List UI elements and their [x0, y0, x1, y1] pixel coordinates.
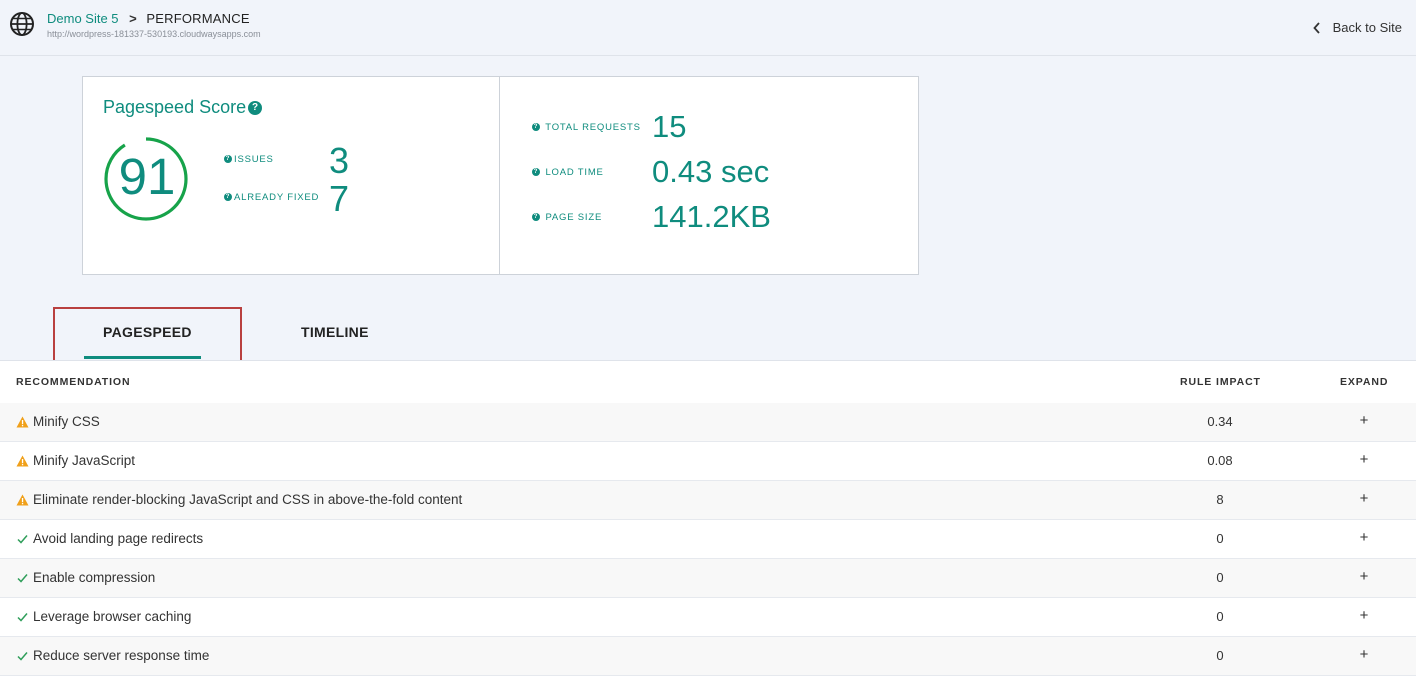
- checkmark-icon: [17, 652, 28, 661]
- warning-icon: [16, 494, 29, 506]
- already-fixed-label: ? ALREADY FIXED: [224, 192, 320, 203]
- performance-summary-card: Pagespeed Score ? 91 ? ISSUES 3 ? ALREADY …: [82, 76, 919, 275]
- help-icon[interactable]: ?: [532, 168, 540, 177]
- back-to-site-label: Back to Site: [1332, 20, 1402, 35]
- total-requests-value: 15: [652, 109, 687, 144]
- rule-impact-value: 0.08: [1207, 453, 1233, 468]
- card-divider: [499, 77, 500, 274]
- table-row[interactable]: Minify JavaScript 0.08 +: [0, 442, 1416, 481]
- issues-label: ? ISSUES: [224, 154, 274, 165]
- load-time-label: ? LOAD TIME: [532, 167, 604, 178]
- expand-button[interactable]: +: [1354, 568, 1374, 585]
- page-size-value: 141.2KB: [652, 199, 771, 234]
- rule-impact-value: 0: [1216, 531, 1224, 546]
- pagespeed-score-value: 91: [118, 148, 176, 205]
- expand-button[interactable]: +: [1354, 490, 1374, 507]
- recommendation-text: Avoid landing page redirects: [33, 531, 204, 546]
- rule-impact-value: 0: [1216, 570, 1224, 585]
- recommendation-text: Minify JavaScript: [33, 453, 136, 468]
- already-fixed-value: 7: [329, 178, 350, 219]
- expand-button[interactable]: +: [1354, 646, 1374, 663]
- recommendation-text: Enable compression: [33, 570, 156, 585]
- help-icon[interactable]: ?: [248, 100, 263, 115]
- table-row[interactable]: Leverage browser caching 0 +: [0, 598, 1416, 637]
- column-header-rule-impact: RULE IMPACT: [1180, 376, 1261, 388]
- table-row[interactable]: Minify CSS 0.34 +: [0, 403, 1416, 442]
- pagespeed-score-label: Pagespeed Score: [103, 97, 247, 117]
- checkmark-icon: [17, 613, 28, 622]
- table-row[interactable]: Eliminate render-blocking JavaScript and…: [0, 481, 1416, 520]
- table-header: RECOMMENDATION RULE IMPACT EXPAND: [0, 361, 1416, 404]
- help-icon[interactable]: ?: [532, 213, 540, 222]
- warning-icon: [16, 455, 29, 467]
- breadcrumb: Demo Site 5 > PERFORMANCE: [47, 11, 250, 26]
- site-url: http://wordpress-181337-530193.cloudways…: [47, 29, 261, 39]
- breadcrumb-site-link[interactable]: Demo Site 5: [47, 11, 119, 26]
- page-size-label: ? PAGE SIZE: [532, 212, 603, 223]
- table-row[interactable]: Avoid landing page redirects 0 +: [0, 520, 1416, 559]
- chevron-right-icon: >: [129, 11, 137, 26]
- table-row[interactable]: Reduce server response time 0 +: [0, 637, 1416, 676]
- table-row[interactable]: Enable compression 0 +: [0, 559, 1416, 598]
- back-to-site-button[interactable]: Back to Site: [1312, 20, 1402, 35]
- chevron-left-icon: [1312, 21, 1320, 34]
- recommendation-text: Eliminate render-blocking JavaScript and…: [33, 492, 463, 507]
- column-header-expand: EXPAND: [1340, 376, 1389, 388]
- expand-button[interactable]: +: [1354, 451, 1374, 468]
- rule-impact-value: 0.34: [1207, 414, 1233, 429]
- issues-value: 3: [329, 140, 350, 181]
- recommendation-text: Reduce server response time: [33, 648, 210, 663]
- total-requests-label: ? TOTAL REQUESTS: [532, 122, 641, 133]
- tab-bar: PAGESPEED TIMELINE: [0, 300, 1416, 369]
- load-time-value: 0.43 sec: [652, 154, 770, 189]
- tab-timeline[interactable]: TIMELINE: [301, 324, 369, 340]
- recommendation-text: Minify CSS: [33, 414, 100, 429]
- checkmark-icon: [17, 574, 28, 583]
- top-bar: Demo Site 5 > PERFORMANCE http://wordpre…: [0, 0, 1416, 56]
- column-header-recommendation: RECOMMENDATION: [16, 376, 131, 388]
- rule-impact-value: 8: [1216, 492, 1224, 507]
- breadcrumb-page-title: PERFORMANCE: [146, 11, 250, 26]
- rule-impact-value: 0: [1216, 609, 1224, 624]
- globe-icon: [10, 12, 34, 36]
- warning-icon: [16, 416, 29, 428]
- rule-impact-value: 0: [1216, 648, 1224, 663]
- help-icon[interactable]: ?: [224, 155, 232, 164]
- recommendation-text: Leverage browser caching: [33, 609, 192, 624]
- help-icon[interactable]: ?: [224, 193, 232, 202]
- expand-button[interactable]: +: [1354, 607, 1374, 624]
- pagespeed-score-title: Pagespeed Score ?: [103, 97, 263, 118]
- expand-button[interactable]: +: [1354, 529, 1374, 546]
- expand-button[interactable]: +: [1354, 412, 1374, 429]
- checkmark-icon: [17, 535, 28, 544]
- help-icon[interactable]: ?: [532, 123, 540, 132]
- recommendations-table: RECOMMENDATION RULE IMPACT EXPAND Minify…: [0, 360, 1416, 676]
